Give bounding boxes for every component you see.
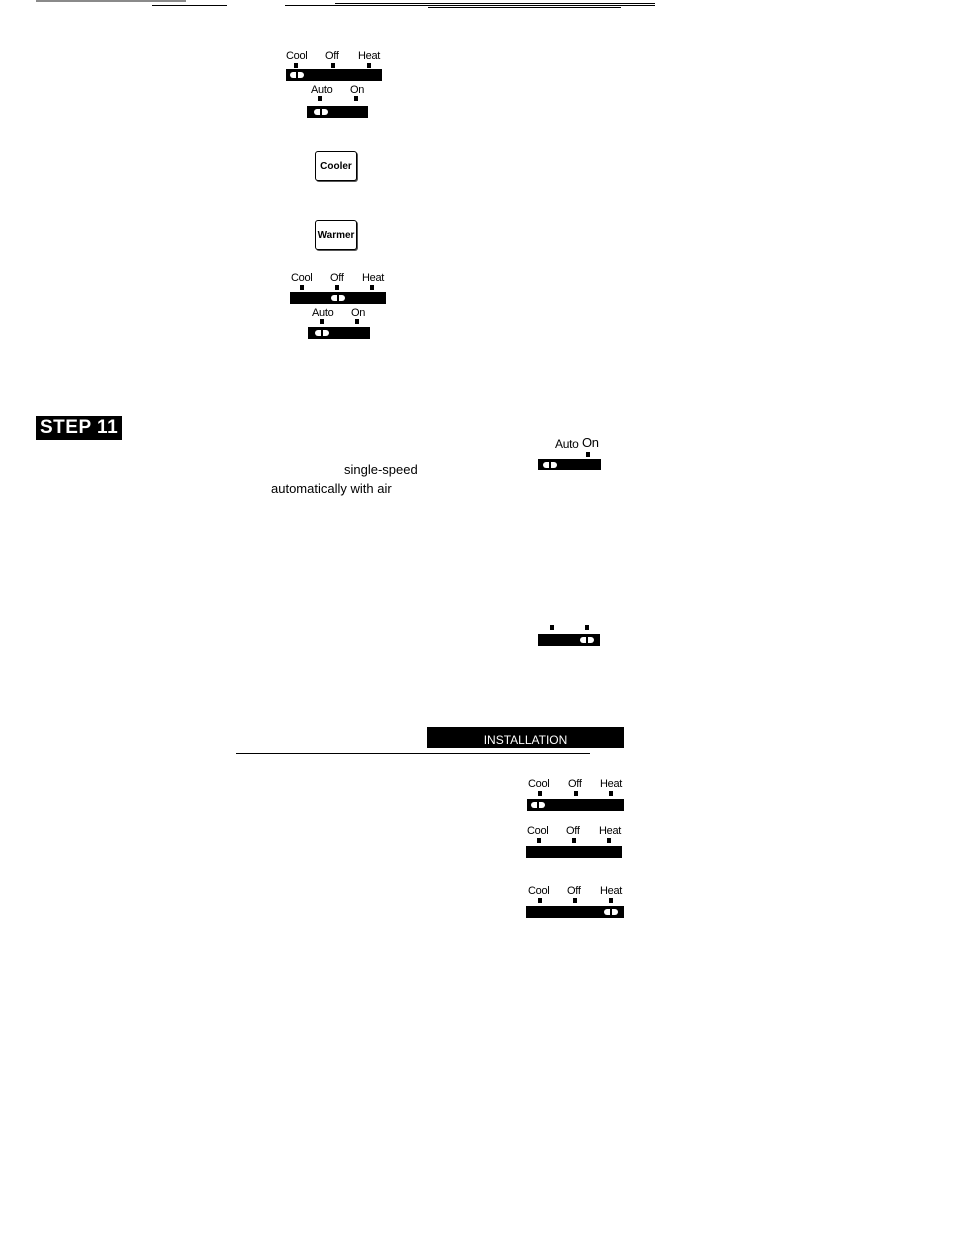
switch-label-off: Off (325, 50, 339, 62)
switch-label-heat: Heat (599, 825, 622, 837)
step-label: STEP 11 (36, 416, 123, 440)
switch-label-heat: Heat (358, 50, 381, 62)
tick-mark (609, 898, 613, 903)
switch-label-on: On (350, 84, 365, 96)
tick-mark (550, 625, 554, 630)
tick-mark (331, 63, 335, 68)
switch-track (308, 327, 370, 339)
switch-label-off: Off (566, 825, 580, 837)
switch-label-on: On (582, 435, 599, 450)
switch-track (526, 906, 624, 918)
switch-label-auto: Auto (555, 437, 579, 451)
switch-track (526, 846, 622, 858)
tick-mark (355, 319, 359, 324)
switch-label-heat: Heat (362, 272, 385, 284)
cooler-button[interactable]: Cooler (315, 151, 357, 181)
tick-mark (585, 625, 589, 630)
switch-knob[interactable] (315, 330, 329, 336)
step11-text-line1: single-speed (344, 462, 418, 477)
switch-label-heat: Heat (600, 778, 623, 790)
section-banner-label: INSTALLATION (483, 733, 568, 747)
tick-mark (294, 63, 298, 68)
top-mark (192, 5, 198, 6)
tick-mark (335, 285, 339, 290)
tick-mark (572, 838, 576, 843)
switch-label-off: Off (330, 272, 344, 284)
switch-label-cool: Cool (528, 778, 550, 790)
tick-mark (607, 838, 611, 843)
tick-mark (574, 791, 578, 796)
tick-mark (609, 791, 613, 796)
tick-mark (354, 96, 358, 101)
tick-mark (370, 285, 374, 290)
switch-knob[interactable] (580, 637, 594, 643)
switch-track (286, 69, 382, 81)
switch-track (538, 634, 600, 646)
top-rule-left (152, 5, 227, 6)
switch-label-cool: Cool (286, 50, 308, 62)
switch-track (307, 106, 368, 118)
tick-mark (573, 898, 577, 903)
switch-label-cool: Cool (291, 272, 313, 284)
step11-text-line2: automatically with air (271, 481, 392, 496)
switch-label-on: On (351, 307, 366, 319)
switch-track (290, 292, 386, 304)
tick-mark (320, 319, 324, 324)
switch-knob[interactable] (543, 462, 557, 468)
switch-knob[interactable] (290, 72, 304, 78)
switch-label-cool: Cool (527, 825, 549, 837)
switch-label-heat: Heat (600, 885, 623, 897)
switch-track (538, 459, 601, 470)
switch-knob[interactable] (531, 802, 545, 808)
warmer-button[interactable]: Warmer (315, 220, 357, 250)
switch-label-off: Off (568, 778, 582, 790)
section-rule (236, 753, 590, 754)
tick-mark (367, 63, 371, 68)
tick-mark (300, 285, 304, 290)
tick-mark (318, 96, 322, 101)
tick-mark (538, 791, 542, 796)
switch-label-cool: Cool (528, 885, 550, 897)
switch-knob[interactable] (314, 109, 328, 115)
switch-label-auto: Auto (312, 307, 334, 319)
switch-label-off: Off (567, 885, 581, 897)
switch-label-auto: Auto (311, 84, 333, 96)
tick-mark (537, 838, 541, 843)
top-rule-right-3 (428, 7, 621, 8)
top-rule-right-1 (285, 5, 655, 6)
switch-knob[interactable] (331, 295, 345, 301)
section-banner: INSTALLATION (427, 727, 624, 748)
tick-mark (586, 452, 590, 457)
tick-mark (538, 898, 542, 903)
top-rule-gray-left (36, 0, 186, 2)
top-rule-right-2 (335, 3, 655, 4)
switch-knob[interactable] (604, 909, 618, 915)
switch-track (527, 799, 624, 811)
